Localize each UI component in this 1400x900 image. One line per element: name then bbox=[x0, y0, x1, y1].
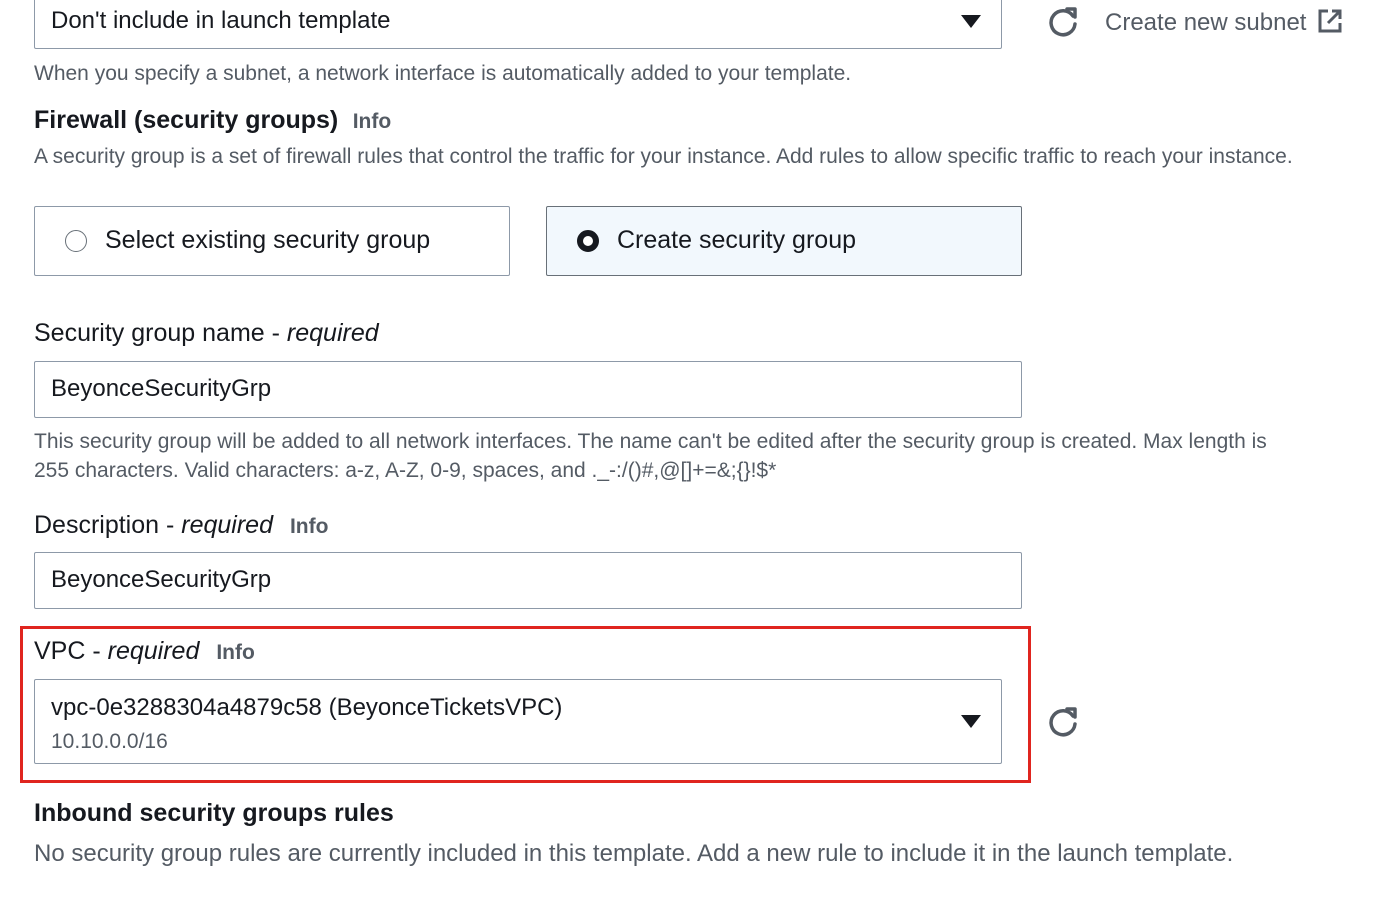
firewall-heading-row: Firewall (security groups) Info bbox=[34, 106, 391, 135]
create-security-group-option[interactable]: Create security group bbox=[546, 206, 1022, 276]
vpc-select-cidr: 10.10.0.0/16 bbox=[51, 730, 168, 753]
subnet-select[interactable]: Don't include in launch template bbox=[34, 0, 1002, 49]
vpc-label-text: VPC - bbox=[34, 637, 108, 665]
vpc-select-value: vpc-0e3288304a4879c58 (BeyonceTicketsVPC… bbox=[51, 694, 563, 721]
security-group-name-help-line1: This security group will be added to all… bbox=[34, 430, 1267, 453]
vpc-label: VPC - required Info bbox=[34, 637, 255, 666]
inbound-rules-empty-text: No security group rules are currently in… bbox=[34, 840, 1234, 867]
vpc-info-link[interactable]: Info bbox=[216, 641, 254, 664]
radio-checked-icon[interactable] bbox=[577, 230, 599, 252]
subnet-help-text: When you specify a subnet, a network int… bbox=[34, 62, 852, 85]
security-group-name-help-line2: 255 characters. Valid characters: a-z, A… bbox=[34, 459, 777, 482]
create-security-group-label: Create security group bbox=[617, 226, 857, 254]
chevron-down-icon bbox=[961, 715, 981, 728]
create-new-subnet-link[interactable]: Create new subnet bbox=[1105, 8, 1343, 37]
security-group-name-label: Security group name - required bbox=[34, 319, 379, 348]
chevron-down-icon bbox=[961, 15, 981, 28]
required-marker: required bbox=[286, 319, 379, 347]
description-input[interactable]: BeyonceSecurityGrp bbox=[34, 552, 1022, 609]
refresh-icon[interactable] bbox=[1046, 5, 1080, 39]
security-group-name-label-text: Security group name - bbox=[34, 319, 287, 347]
refresh-icon[interactable] bbox=[1046, 705, 1080, 739]
vpc-select[interactable]: vpc-0e3288304a4879c58 (BeyonceTicketsVPC… bbox=[34, 679, 1002, 764]
firewall-heading: Firewall (security groups) bbox=[34, 106, 339, 134]
select-existing-security-group-label: Select existing security group bbox=[105, 226, 431, 254]
firewall-description: A security group is a set of firewall ru… bbox=[34, 145, 1293, 168]
required-marker: required bbox=[107, 637, 200, 665]
subnet-select-value: Don't include in launch template bbox=[51, 7, 391, 34]
required-marker: required bbox=[181, 511, 273, 539]
description-label: Description - required Info bbox=[34, 511, 328, 540]
description-label-text: Description - bbox=[34, 511, 182, 539]
external-link-icon bbox=[1318, 9, 1342, 33]
firewall-info-link[interactable]: Info bbox=[353, 110, 391, 133]
security-group-name-input[interactable]: BeyonceSecurityGrp bbox=[34, 361, 1022, 418]
select-existing-security-group-option[interactable]: Select existing security group bbox=[34, 206, 510, 276]
inbound-rules-heading: Inbound security groups rules bbox=[34, 799, 394, 827]
description-info-link[interactable]: Info bbox=[290, 515, 328, 538]
radio-unchecked-icon[interactable] bbox=[65, 230, 87, 252]
create-new-subnet-label: Create new subnet bbox=[1105, 9, 1307, 36]
